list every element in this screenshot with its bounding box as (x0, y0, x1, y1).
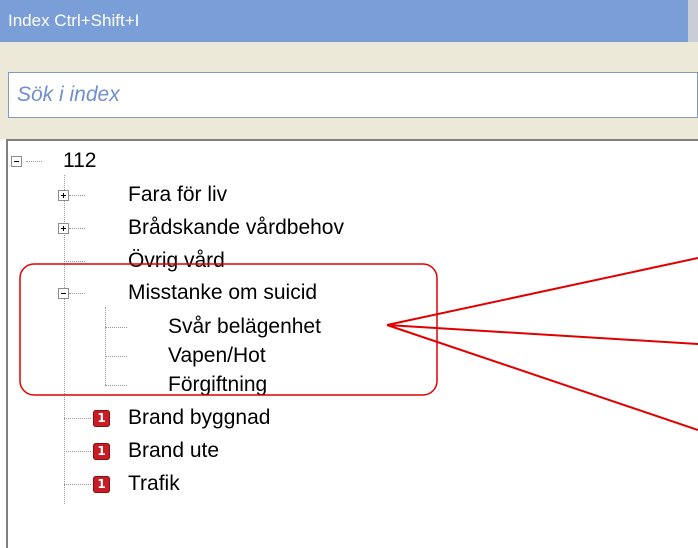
priority-one-badge-icon: 1 (93, 443, 110, 460)
minus-box-icon[interactable] (11, 156, 22, 167)
tree-connector (105, 327, 127, 328)
tree-connector-vertical-child (105, 307, 106, 385)
window-title-bar: Index Ctrl+Shift+I (0, 0, 688, 42)
tree-connector (105, 385, 127, 386)
tree-node-brand-byggnad[interactable]: Brand byggnad (128, 404, 270, 432)
index-tree[interactable]: 112 Fara för liv Brådskande vårdbehov Öv… (6, 139, 698, 548)
tree-node-misstanke-om-suicid[interactable]: Misstanke om suicid (128, 279, 317, 307)
plus-box-icon[interactable] (58, 223, 69, 234)
tree-node-brand-ute[interactable]: Brand ute (128, 437, 219, 465)
tree-connector (64, 484, 91, 485)
tree-connector (105, 356, 127, 357)
tree-node-112[interactable]: 112 (63, 147, 96, 175)
tree-node-ovrig-vard[interactable]: Övrig vård (128, 247, 225, 275)
tree-node-fara-for-liv[interactable]: Fara för liv (128, 181, 227, 209)
tree-node-vapen-hot[interactable]: Vapen/Hot (168, 342, 266, 370)
search-box (8, 72, 698, 118)
tree-connector (69, 293, 85, 294)
minus-box-icon[interactable] (58, 288, 69, 299)
tree-connector (64, 451, 91, 452)
search-panel (0, 42, 698, 139)
tree-connector (69, 195, 85, 196)
priority-one-badge-icon: 1 (93, 476, 110, 493)
tree-connector (64, 418, 91, 419)
tree-connector (26, 161, 42, 162)
tree-node-trafik[interactable]: Trafik (128, 470, 180, 498)
plus-box-icon[interactable] (58, 190, 69, 201)
tree-connector (69, 228, 85, 229)
search-input[interactable] (9, 73, 697, 117)
tree-node-forgiftning[interactable]: Förgiftning (168, 371, 267, 399)
tree-node-svar-belagenhet[interactable]: Svår belägenhet (168, 313, 321, 341)
window-title: Index Ctrl+Shift+I (8, 11, 140, 30)
title-bar-edge (688, 0, 698, 42)
tree-node-bradskande-vardbehov[interactable]: Brådskande vårdbehov (128, 214, 344, 242)
tree-connector (64, 261, 85, 262)
priority-one-badge-icon: 1 (93, 410, 110, 427)
